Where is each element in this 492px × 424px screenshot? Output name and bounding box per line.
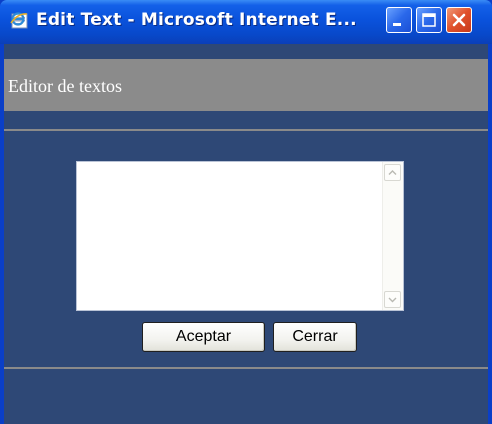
text-editor-field[interactable] — [76, 161, 404, 311]
page-title: Editor de textos — [8, 76, 122, 96]
divider — [4, 367, 488, 369]
close-dialog-button[interactable]: Cerrar — [273, 322, 357, 352]
divider — [4, 129, 488, 131]
scroll-down-button[interactable] — [384, 291, 401, 308]
dialog-body: Editor de textos — [4, 44, 488, 424]
chevron-down-icon — [388, 297, 397, 303]
title-bar[interactable]: Edit Text - Microsoft Internet E... — [0, 0, 492, 44]
close-button[interactable] — [446, 7, 472, 33]
internet-explorer-icon — [10, 11, 30, 31]
maximize-icon — [422, 13, 436, 27]
maximize-button[interactable] — [416, 7, 442, 33]
vertical-scrollbar[interactable] — [382, 162, 403, 310]
scroll-up-button[interactable] — [384, 164, 401, 181]
minimize-button[interactable] — [386, 7, 412, 33]
close-icon — [452, 13, 466, 27]
minimize-icon — [393, 23, 401, 26]
app-window: Edit Text - Microsoft Internet E... Edit… — [0, 0, 492, 424]
accept-button[interactable]: Aceptar — [142, 322, 265, 352]
chevron-up-icon — [388, 170, 397, 175]
window-title: Edit Text - Microsoft Internet E... — [36, 10, 357, 30]
